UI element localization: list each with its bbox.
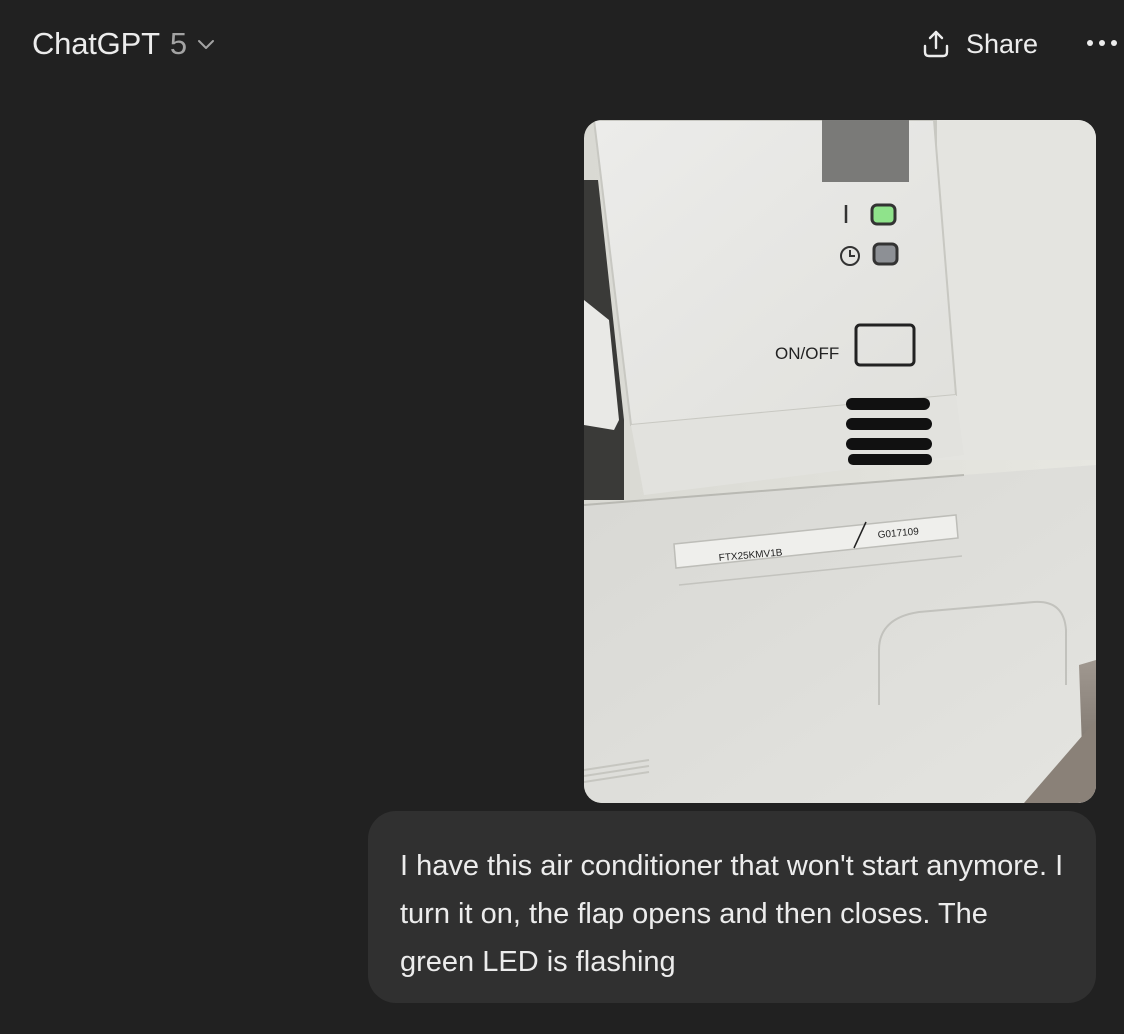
model-version: 5 (169, 26, 188, 61)
on-off-label: ON/OFF (775, 344, 839, 363)
user-message-text: I have this air conditioner that won't s… (400, 850, 1072, 978)
top-bar: ChatGPT 5 Share (0, 0, 1124, 90)
model-name: ChatGPT (32, 26, 160, 61)
led-timer (872, 242, 899, 266)
share-upload-icon (920, 28, 952, 60)
model-switcher-button[interactable]: ChatGPT 5 (22, 20, 227, 68)
share-label: Share (966, 28, 1039, 59)
user-message-bubble: I have this air conditioner that won't s… (368, 811, 1096, 1003)
air-conditioner-photo: ON/OFF FTX25KMV1B G017109 (584, 120, 1096, 803)
more-options-button[interactable] (1080, 22, 1124, 66)
share-button[interactable]: Share (908, 20, 1050, 68)
user-image-attachment[interactable]: ON/OFF FTX25KMV1B G017109 (584, 120, 1096, 803)
chevron-down-icon (195, 33, 217, 55)
more-horizontal-icon (1084, 35, 1120, 53)
led-operation-green (870, 203, 897, 226)
